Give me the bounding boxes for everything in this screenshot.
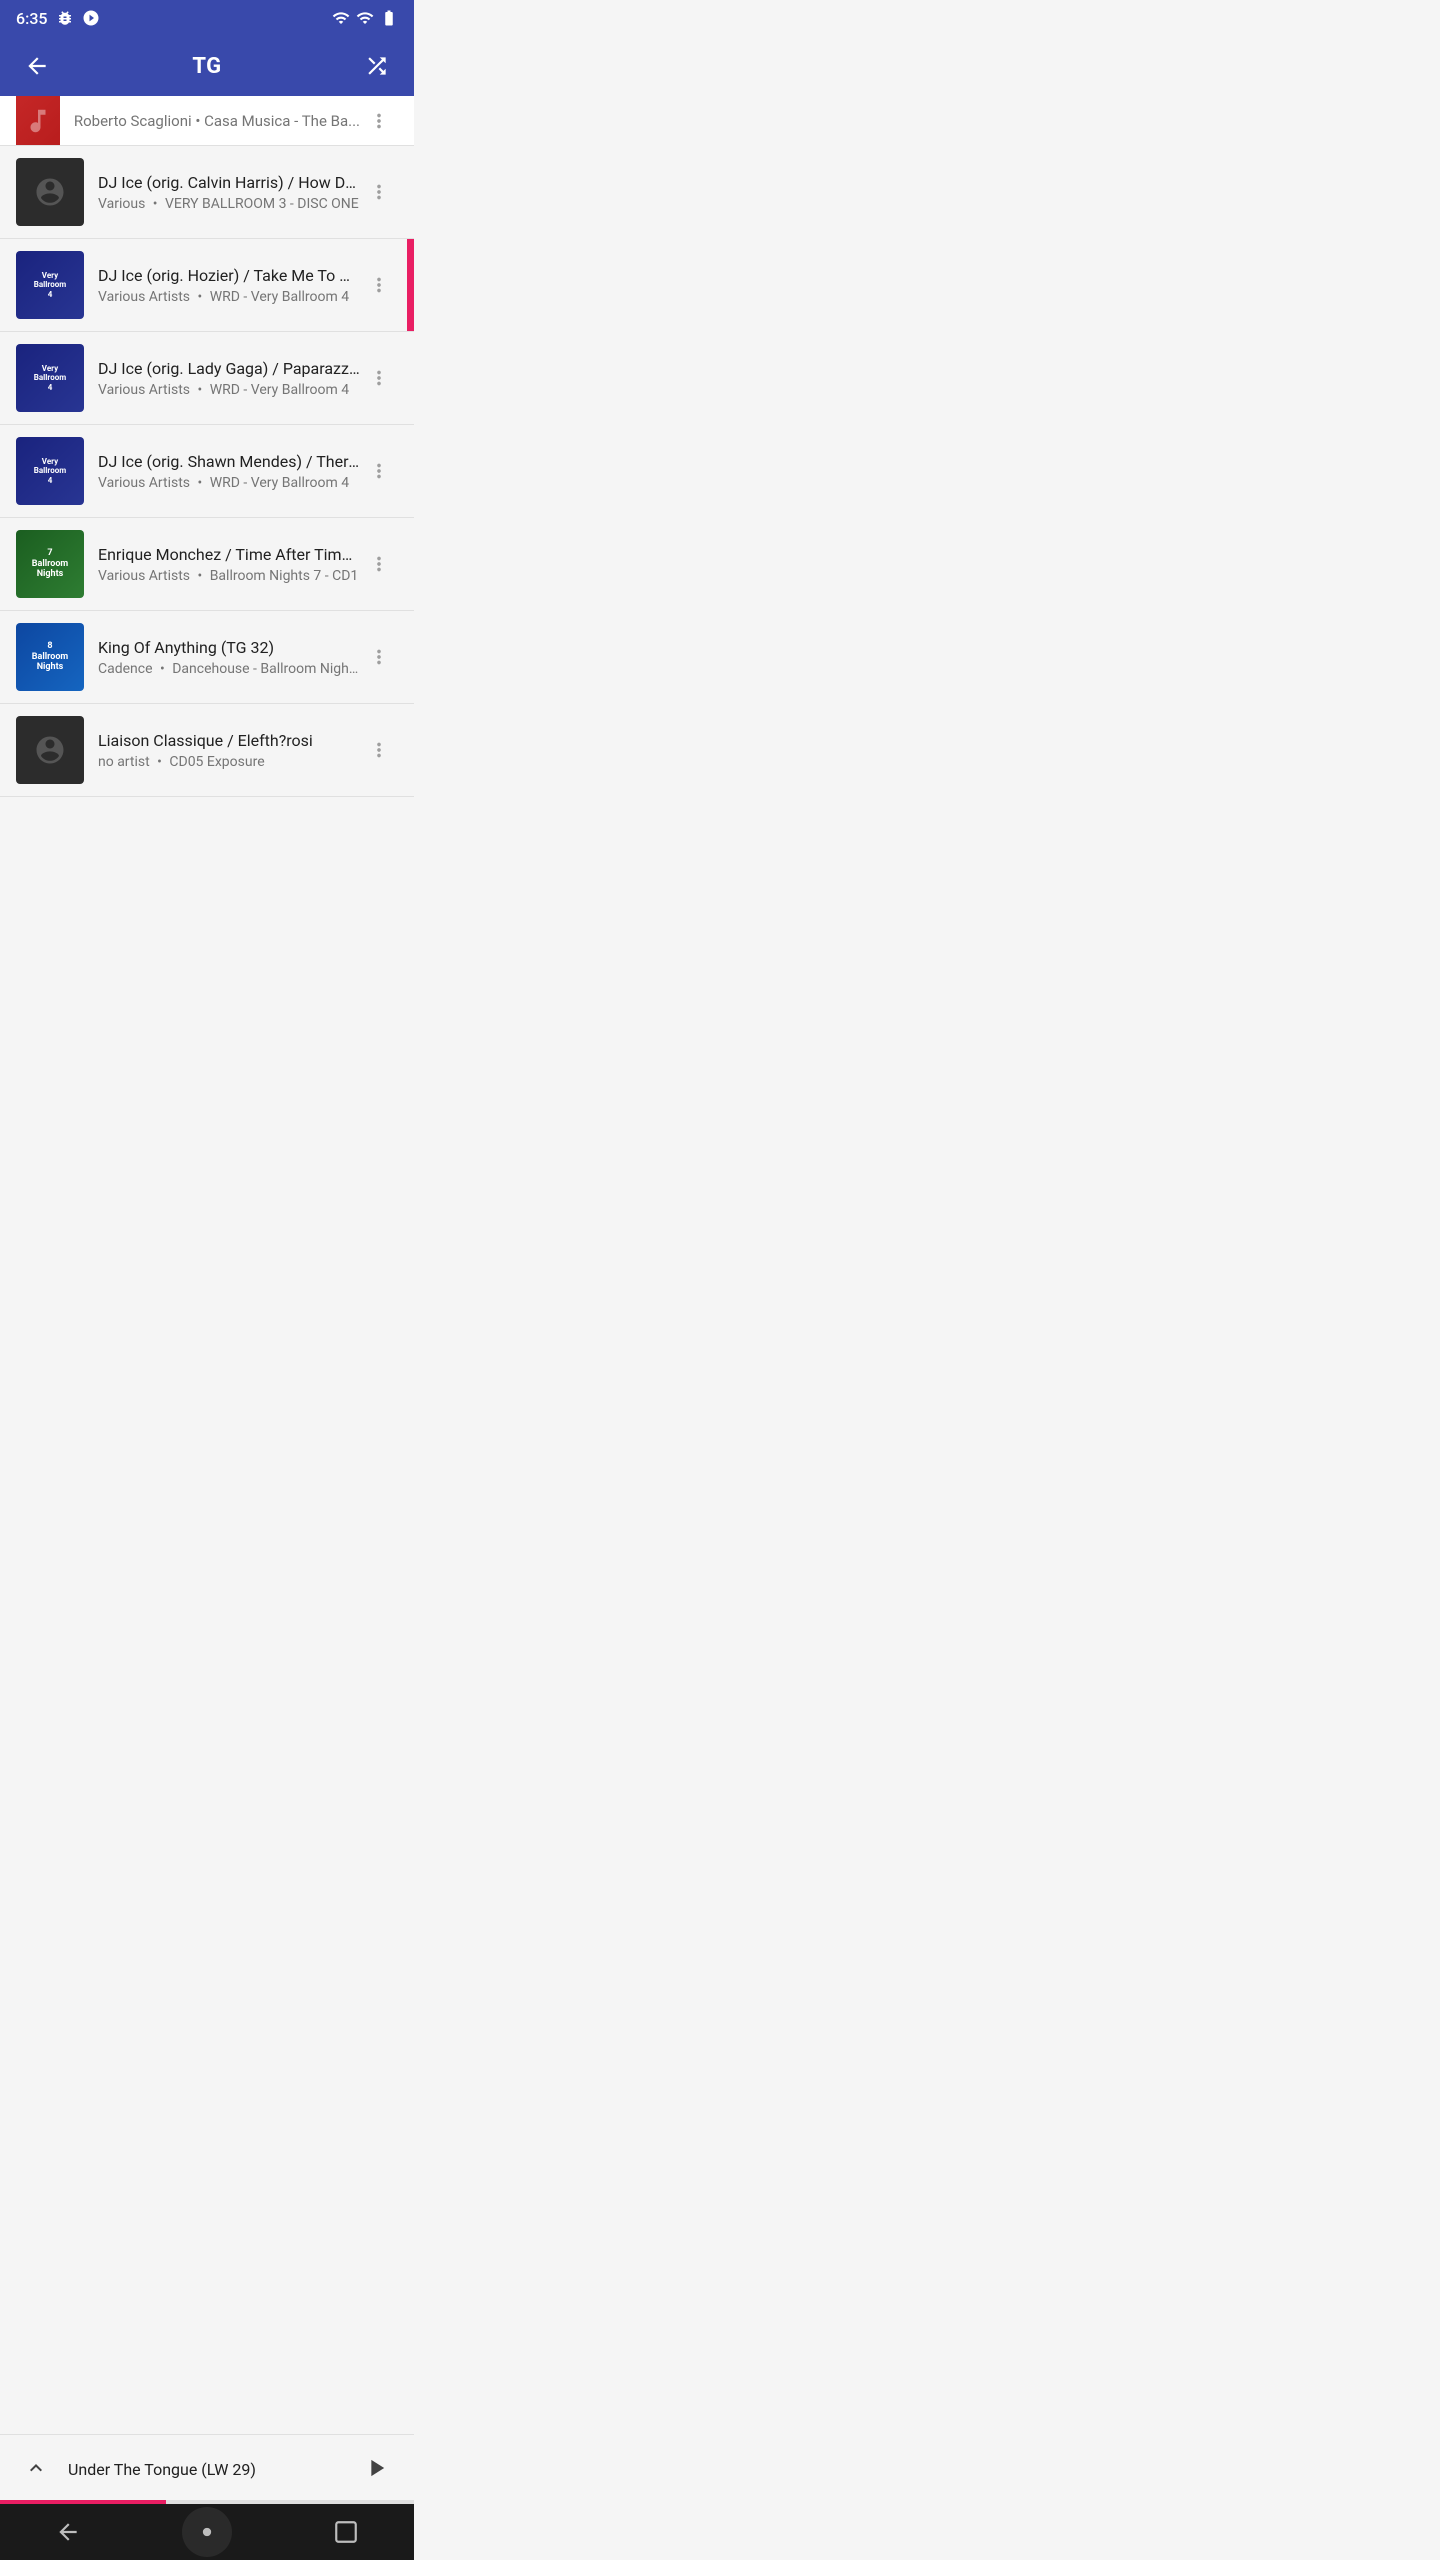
song-title: King Of Anything (TG 32) xyxy=(98,638,360,657)
signal-icon xyxy=(356,9,374,27)
more-button[interactable] xyxy=(360,638,398,676)
wifi-icon xyxy=(332,9,350,27)
shuffle-button[interactable] xyxy=(356,45,398,87)
more-button[interactable] xyxy=(360,452,398,490)
song-artist: Various Artists xyxy=(98,475,190,491)
partial-song-meta: Roberto Scaglioni • Casa Musica - The Ba… xyxy=(74,112,360,130)
list-item[interactable]: VeryBallroom4 DJ Ice (orig. Hozier) / Ta… xyxy=(0,239,414,332)
list-item[interactable]: VeryBallroom4 DJ Ice (orig. Shawn Mendes… xyxy=(0,425,414,518)
album-art-ballroom8: 8BallroomNights xyxy=(16,623,84,691)
song-meta: Various Artists • WRD - Very Ballroom 4 xyxy=(98,289,360,305)
song-title: DJ Ice (orig. Calvin Harris) / How Dee..… xyxy=(98,173,360,192)
song-title: Enrique Monchez / Time After Time (... xyxy=(98,545,360,564)
album-art-ballroom4-1: VeryBallroom4 xyxy=(16,251,84,319)
song-meta: Various Artists • WRD - Very Ballroom 4 xyxy=(98,382,360,398)
song-info: Enrique Monchez / Time After Time (... V… xyxy=(98,545,360,584)
status-time: 6:35 xyxy=(16,9,48,28)
song-artist: Various xyxy=(98,196,145,212)
status-bar: 6:35 xyxy=(0,0,414,36)
play-button[interactable] xyxy=(354,2446,398,2493)
list-item[interactable]: 8BallroomNights King Of Anything (TG 32)… xyxy=(0,611,414,704)
song-title: Liaison Classique / Elefth?rosi xyxy=(98,731,360,750)
system-nav-bar xyxy=(0,2504,414,2560)
song-title: DJ Ice (orig. Shawn Mendes) / There'... xyxy=(98,452,360,471)
partial-item[interactable]: Roberto Scaglioni • Casa Musica - The Ba… xyxy=(0,96,414,146)
song-meta: Various Artists • Ballroom Nights 7 - CD… xyxy=(98,568,360,584)
list-item[interactable]: VeryBallroom4 DJ Ice (orig. Lady Gaga) /… xyxy=(0,332,414,425)
back-button[interactable] xyxy=(16,45,58,87)
partial-more-button[interactable] xyxy=(360,102,398,140)
song-info: DJ Ice (orig. Hozier) / Take Me To Ch...… xyxy=(98,266,360,305)
more-button[interactable] xyxy=(360,731,398,769)
more-button[interactable] xyxy=(360,266,398,304)
song-title: DJ Ice (orig. Hozier) / Take Me To Ch... xyxy=(98,266,360,285)
partial-album-art xyxy=(16,96,60,146)
list-item[interactable]: Liaison Classique / Elefth?rosi no artis… xyxy=(0,704,414,797)
song-album: Dancehouse - Ballroom Nights... xyxy=(172,661,360,677)
song-meta: no artist • CD05 Exposure xyxy=(98,754,360,770)
album-art-vinyl-2 xyxy=(16,716,84,784)
list-item[interactable]: DJ Ice (orig. Calvin Harris) / How Dee..… xyxy=(0,146,414,239)
album-art-ballroom4-3: VeryBallroom4 xyxy=(16,437,84,505)
song-album: VERY BALLROOM 3 - DISC ONE xyxy=(165,196,359,212)
song-meta: Various Artists • WRD - Very Ballroom 4 xyxy=(98,475,360,491)
song-artist: Various Artists xyxy=(98,289,190,305)
now-playing-title: Under The Tongue (LW 29) xyxy=(68,2460,342,2479)
nav-recents-button[interactable] xyxy=(325,2511,367,2553)
album-art-ballroom7: 7BallroomNights xyxy=(16,530,84,598)
expand-button[interactable] xyxy=(16,2448,56,2491)
song-album: Ballroom Nights 7 - CD1 xyxy=(210,568,359,584)
song-info: DJ Ice (orig. Shawn Mendes) / There'... … xyxy=(98,452,360,491)
song-meta: Cadence • Dancehouse - Ballroom Nights..… xyxy=(98,661,360,677)
song-info: Liaison Classique / Elefth?rosi no artis… xyxy=(98,731,360,770)
song-artist: Cadence xyxy=(98,661,153,677)
song-album: WRD - Very Ballroom 4 xyxy=(210,475,349,491)
song-artist: no artist xyxy=(98,754,150,770)
album-art-vinyl-1 xyxy=(16,158,84,226)
song-album: WRD - Very Ballroom 4 xyxy=(210,382,349,398)
song-artist: Various Artists xyxy=(98,382,190,398)
album-art-ballroom4-2: VeryBallroom4 xyxy=(16,344,84,412)
song-info: King Of Anything (TG 32) Cadence • Dance… xyxy=(98,638,360,677)
more-button[interactable] xyxy=(360,545,398,583)
app-bar: TG xyxy=(0,36,414,96)
song-meta: Various • VERY BALLROOM 3 - DISC ONE xyxy=(98,196,360,212)
bug-icon xyxy=(56,9,74,27)
status-icons xyxy=(332,9,398,27)
page-title: TG xyxy=(192,54,221,79)
battery-icon xyxy=(380,9,398,27)
song-album: WRD - Very Ballroom 4 xyxy=(210,289,349,305)
song-artist: Various Artists xyxy=(98,568,190,584)
now-playing-bar[interactable]: Under The Tongue (LW 29) xyxy=(0,2434,414,2504)
song-title: DJ Ice (orig. Lady Gaga) / Paparazzi... xyxy=(98,359,360,378)
song-info: DJ Ice (orig. Calvin Harris) / How Dee..… xyxy=(98,173,360,212)
song-list: Roberto Scaglioni • Casa Musica - The Ba… xyxy=(0,96,414,927)
nav-home-button[interactable] xyxy=(182,2507,232,2557)
block-icon xyxy=(82,9,100,27)
song-info: DJ Ice (orig. Lady Gaga) / Paparazzi... … xyxy=(98,359,360,398)
more-button[interactable] xyxy=(360,359,398,397)
song-album: CD05 Exposure xyxy=(169,754,264,770)
active-accent xyxy=(407,239,414,331)
list-item[interactable]: 7BallroomNights Enrique Monchez / Time A… xyxy=(0,518,414,611)
more-button[interactable] xyxy=(360,173,398,211)
nav-back-button[interactable] xyxy=(47,2511,89,2553)
